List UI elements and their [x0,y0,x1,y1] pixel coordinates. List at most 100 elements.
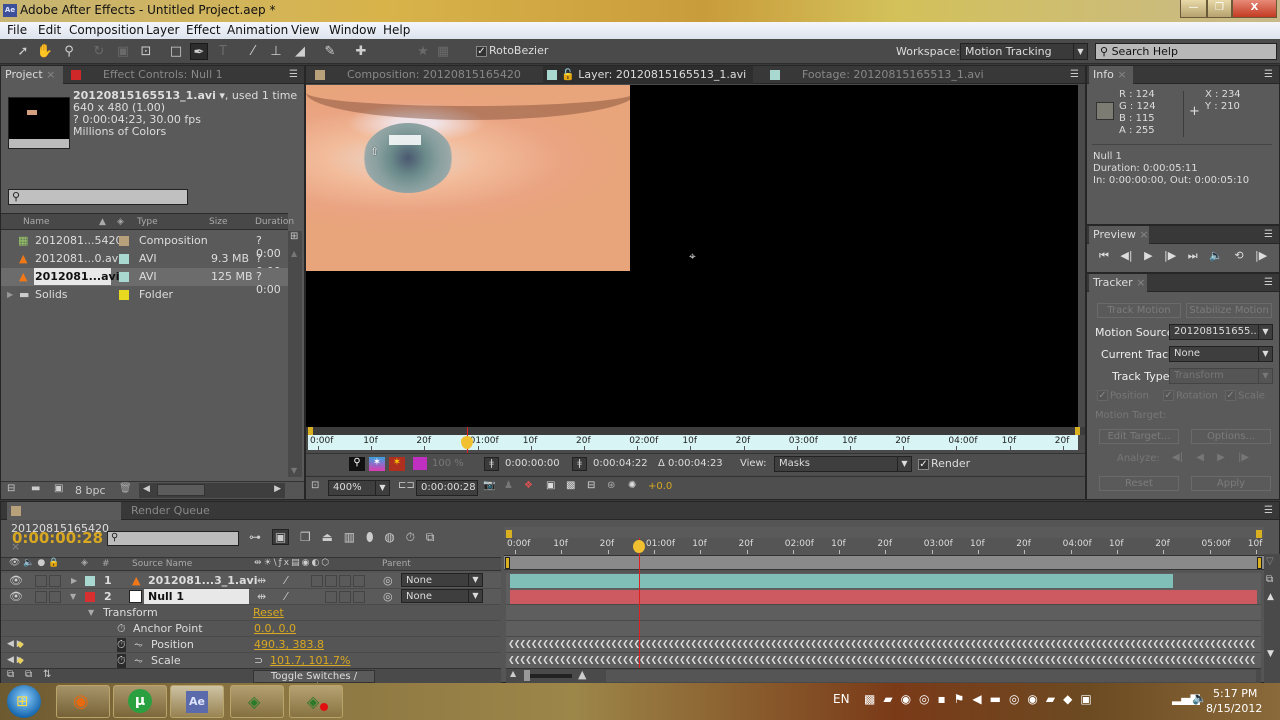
parent-select[interactable]: None ▼ [401,589,483,603]
comp-mini-flowchart-icon[interactable]: ⊶ [249,530,261,544]
audio-video-toggle-icon[interactable]: ⚲ [349,457,365,471]
play-icon[interactable]: ▶ [1144,249,1152,262]
out-point-marker[interactable] [1075,427,1080,435]
taskbar-after-effects[interactable]: Ae [170,685,224,718]
keyframe-navigator[interactable]: ◀ ◆ ▶ [7,655,24,666]
comp-flowchart-icon[interactable]: ⧉ [1266,574,1273,585]
scroll-thumb[interactable] [157,484,205,496]
tab-info[interactable]: Info × [1089,66,1133,84]
property-row[interactable]: ◀ ◆ ▶ ⏱ ⏦ Scale ⊃ 101.7, 101.7% [1,653,501,669]
analyze-forward-frame-icon[interactable]: |▶ [1238,452,1249,463]
expand-transfer-controls-icon[interactable]: ⧉ [25,669,32,680]
pickwhip-icon[interactable]: ◎ [383,590,393,603]
eye-icon[interactable]: 👁 [9,574,23,587]
timeline-playhead[interactable] [639,538,640,668]
transparency-icon[interactable]: ✶ [369,457,385,471]
zoom-out-icon[interactable]: ▲ [510,669,516,678]
apply-button[interactable]: Apply [1191,476,1271,491]
stabilize-motion-button[interactable]: Stabilize Motion [1186,303,1272,318]
track-motion-button[interactable]: Track Motion [1097,303,1181,318]
transform-reset-link[interactable]: Reset [253,606,284,619]
menu-file[interactable]: File [7,23,27,37]
hand-tool-icon[interactable]: ✋ [36,43,54,60]
scroll-right-icon[interactable]: ▶ [274,484,281,494]
layer-2-duration-bar[interactable] [510,590,1257,604]
project-item-selected[interactable]: ▲ 2012081...avi AVI 125 MB ? 0:00 [1,268,288,296]
edit-target-button[interactable]: Edit Target... [1099,429,1179,444]
panel-menu-icon[interactable]: ☰ [1070,69,1079,80]
scroll-up-icon[interactable]: ▲ [1267,592,1274,602]
live-update-icon[interactable]: ▣ [271,529,290,545]
menu-effect[interactable]: Effect [186,23,221,37]
graph-icon[interactable]: ⏦ [134,654,143,668]
channel-icon[interactable]: ❖ [524,480,533,491]
scale-keyframes[interactable]: ❮❮❮❮❮❮❮❮❮❮❮❮❮❮❮❮❮❮❮❮❮❮❮❮❮❮❮❮❮❮❮❮❮❮❮❮❮❮❮❮… [508,655,1256,665]
timeline-time-ruler[interactable]: 0:00f 10f 20f 01:00f 10f 20f 02:00f 10f 20f 03:00… [504,538,1264,554]
audio-icon[interactable]: 🔈 [1209,249,1223,262]
always-preview-icon[interactable]: ⊡ [311,480,319,491]
transform-group-row[interactable]: ▼ Transform Reset [1,605,501,621]
taskbar-camtasia-recorder[interactable]: ◈ [289,685,343,718]
project-item[interactable]: ▦ 2012081...5420 Composition ? 0:00 [1,232,288,260]
pan-behind-tool-icon[interactable]: ⊡ [137,43,155,60]
set-out-point-button[interactable]: ǂ [572,457,587,471]
zoom-in-icon[interactable]: ▲ [578,668,586,681]
stopwatch-active-icon[interactable]: ⏱ [117,638,126,652]
layer-1-duration-bar[interactable] [510,574,1173,588]
fast-previews-icon[interactable]: ⊛ [607,480,615,491]
panel-menu-icon[interactable]: ☰ [1264,505,1273,516]
menu-window[interactable]: Window [329,23,376,37]
stopwatch-active-icon[interactable]: ⏱ [117,654,126,668]
clock-date[interactable]: 8/15/2012 [1206,702,1262,715]
toggle-mask-icon[interactable]: ▣ [546,480,555,491]
tab-composition-timeline[interactable]: 20120815165420 × [7,502,121,553]
quality-switch-icon[interactable]: ⁄ [285,574,287,587]
next-frame-icon[interactable]: |▶ [1164,249,1176,262]
property-value[interactable]: 0.0, 0.0 [254,622,296,635]
minimize-button[interactable]: — [1180,0,1207,18]
menu-layer[interactable]: Layer [146,23,179,37]
auto-keyframe-icon[interactable]: ⏱ [406,530,415,544]
taskbar-utorrent[interactable]: µ [113,685,167,718]
column-duration[interactable]: Duration [255,217,294,227]
workspace-select[interactable]: Motion Tracking ▼ [960,43,1088,60]
viewer-time-ruler[interactable]: 0:00f 10f 20f 01:00f 10f 20f 02:00f 10f 20f 03:00… [308,435,1078,450]
column-size[interactable]: Size [209,217,227,227]
timeline-search-input[interactable]: ⚲ [107,531,239,546]
project-vertical-scrollbar[interactable]: ⊞ ▲ ▼ [288,231,302,477]
zoom-slider[interactable] [524,670,572,681]
collapse-arrow-icon[interactable]: ▼ [88,608,94,617]
scroll-up-icon[interactable]: ▲ [291,249,297,258]
property-value[interactable]: 101.7, 101.7% [270,654,350,667]
draft-3d-icon[interactable]: ❒ [300,530,311,544]
clock-time[interactable]: 5:17 PM [1213,687,1257,700]
ram-preview-icon[interactable]: |▶ [1255,249,1267,262]
show-snapshot-icon[interactable]: ♟ [504,480,513,491]
layer-tracks-area[interactable]: ❮❮❮❮❮❮❮❮❮❮❮❮❮❮❮❮❮❮❮❮❮❮❮❮❮❮❮❮❮❮❮❮❮❮❮❮❮❮❮❮… [506,573,1261,668]
mask-icon[interactable]: ✶ [389,457,405,471]
scroll-left-icon[interactable]: ◀ [143,484,150,494]
panel-menu-icon[interactable]: ☰ [289,69,298,80]
scroll-down-icon[interactable]: ▼ [1267,649,1274,659]
trash-icon[interactable]: 🗑 [119,483,132,494]
rotation-checkbox[interactable]: ✓ Rotation [1163,390,1218,402]
volume-icon[interactable]: 🔈 [1192,691,1207,705]
analyze-forward-icon[interactable]: ▶ [1217,452,1225,463]
out-time[interactable]: 0:00:04:22 [593,458,648,469]
menu-view[interactable]: View [291,23,319,37]
motion-blur-icon[interactable]: ⬮ [366,530,374,544]
timeline-current-time[interactable]: 0:00:00:28 [12,529,103,547]
navigator-start-handle[interactable] [505,557,510,569]
menu-help[interactable]: Help [383,23,410,37]
tab-render-queue[interactable]: Render Queue [127,502,217,520]
position-keyframes[interactable]: ❮❮❮❮❮❮❮❮❮❮❮❮❮❮❮❮❮❮❮❮❮❮❮❮❮❮❮❮❮❮❮❮❮❮❮❮❮❮❮❮… [508,639,1256,649]
label-tag-icon[interactable]: ◈ [117,217,124,227]
project-item[interactable]: ▲ 2012081...0.avi AVI 9.3 MB ? 0:00 [1,250,288,278]
eraser-tool-icon[interactable]: ◢ [291,43,309,60]
search-help-input[interactable]: ⚲ Search Help [1095,43,1277,60]
loop-icon[interactable]: ⟲ [1234,249,1243,262]
parent-select[interactable]: None ▼ [401,573,483,587]
track-type-select[interactable]: Transform ▼ [1169,368,1273,384]
timeline-horizontal-scrollbar[interactable] [606,670,1256,682]
brainstorm-icon[interactable]: ◍ [384,530,394,544]
